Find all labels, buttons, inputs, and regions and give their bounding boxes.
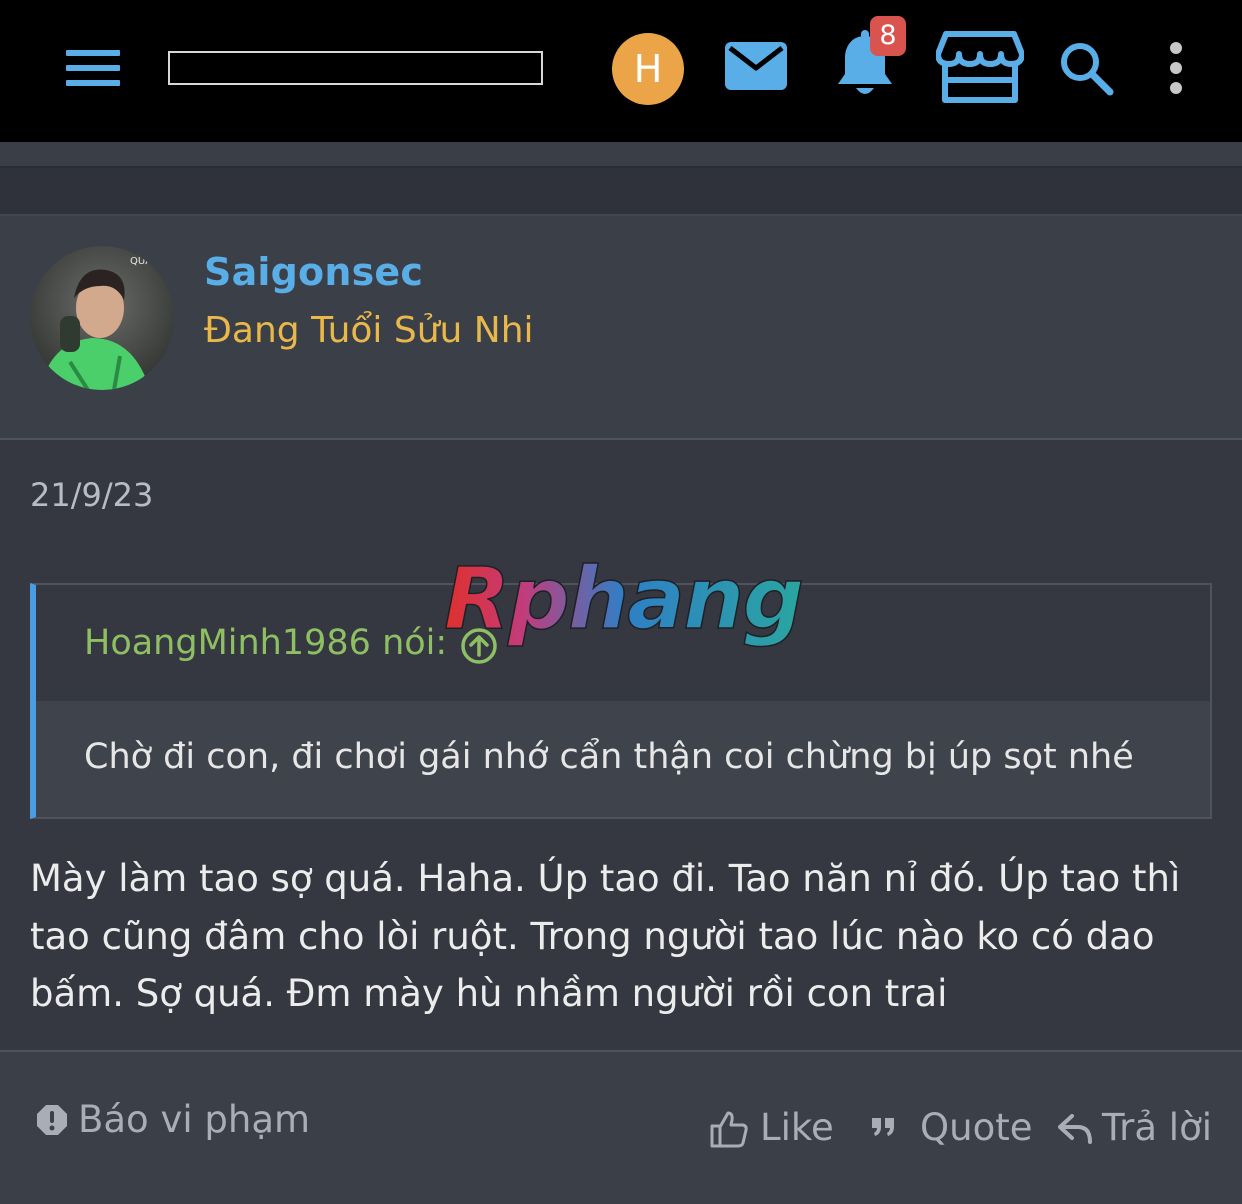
- more-options-icon[interactable]: [1166, 42, 1186, 94]
- report-label: Báo vi phạm: [78, 1098, 311, 1141]
- quote-content: Chờ đi con, đi chơi gái nhớ cẩn thận coi…: [36, 701, 1210, 817]
- post-username[interactable]: Saigonsec: [204, 250, 423, 294]
- user-avatar[interactable]: QUA: [30, 246, 174, 390]
- post: QUA Saigonsec Đang Tuổi Sửu Nhi 21/9/23 …: [0, 214, 1242, 1204]
- like-label: Like: [760, 1106, 834, 1149]
- arrow-up-circle-icon[interactable]: [460, 627, 498, 665]
- post-actions-bar: Báo vi phạm Like Quote Trả lời: [0, 1050, 1242, 1204]
- quote-text: Chờ đi con, đi chơi gái nhớ cẩn thận coi…: [84, 737, 1134, 777]
- svg-text:QUA: QUA: [130, 256, 152, 267]
- thumbs-up-icon: [710, 1111, 748, 1148]
- search-icon[interactable]: [1058, 40, 1114, 96]
- quote-header: HoangMinh1986 nói:: [36, 585, 1210, 701]
- quote-author[interactable]: HoangMinh1986 nói:: [84, 623, 447, 663]
- menu-icon[interactable]: [66, 50, 120, 86]
- post-author-header: QUA Saigonsec Đang Tuổi Sửu Nhi: [0, 214, 1242, 440]
- quote-marks-icon: [872, 1118, 894, 1136]
- quote-block: HoangMinh1986 nói: Chờ đi con, đi chơi g…: [30, 583, 1212, 819]
- reply-label: Trả lời: [1102, 1106, 1213, 1149]
- account-avatar[interactable]: H: [612, 33, 684, 105]
- site-logo[interactable]: [168, 51, 543, 85]
- post-date[interactable]: 21/9/23: [30, 476, 153, 514]
- notification-count-badge: 8: [870, 16, 906, 56]
- exclamation-octagon-icon: [37, 1105, 67, 1135]
- sub-navigation-bar: [0, 142, 1242, 168]
- user-title: Đang Tuổi Sửu Nhi: [204, 310, 534, 351]
- store-icon[interactable]: [935, 30, 1025, 104]
- reply-arrow-icon: [1058, 1114, 1092, 1144]
- mail-icon[interactable]: [724, 40, 788, 92]
- quote-label: Quote: [920, 1106, 1033, 1149]
- post-message: Mày làm tao sợ quá. Haha. Úp tao đi. Tao…: [30, 857, 1181, 1015]
- top-navigation-bar: H 8: [0, 0, 1242, 142]
